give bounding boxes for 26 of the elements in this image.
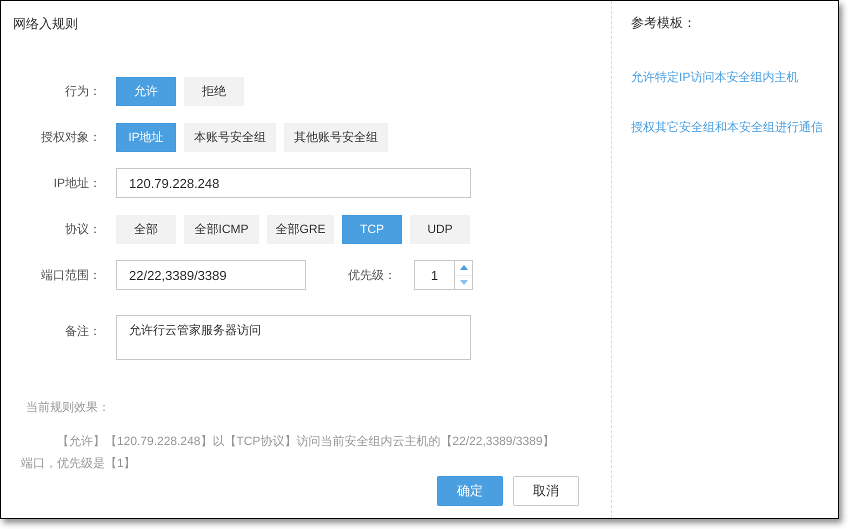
field-label: 行为： [64, 83, 102, 100]
priority-input-field[interactable]: 1 [414, 260, 454, 290]
field-label: IP地址： [52, 175, 102, 192]
option-button[interactable]: 全部 [116, 214, 176, 244]
down-arrow-icon[interactable] [460, 280, 468, 285]
templates-title: 参考模板： [631, 14, 697, 32]
cancel-button[interactable]: 取消 [513, 476, 579, 506]
port-input-field[interactable]: 22/22,3389/3389 [116, 260, 306, 290]
up-arrow-icon[interactable] [460, 265, 468, 270]
summary-heading: 当前规则效果： [26, 399, 111, 416]
spinner-buttons[interactable] [454, 260, 473, 290]
summary-text: 【允许】【120.79.228.248】以【TCP协议】访问当前安全组内云主机的【22/22,3389/3389】端口，优先级是【1】 [21, 433, 556, 472]
option-button[interactable]: 其他账号安全组 [284, 122, 388, 152]
field-label: 协议： [64, 221, 102, 238]
option-button[interactable]: 全部ICMP [184, 214, 259, 244]
option-button[interactable]: UDP [410, 214, 470, 244]
field-label: 端口范围： [40, 267, 102, 284]
remark-text-area[interactable]: 允许行云管家服务器访问 [116, 315, 471, 360]
ip-input-field[interactable]: 120.79.228.248 [116, 168, 471, 198]
field-label: 优先级： [348, 267, 397, 284]
field-label: 授权对象： [40, 129, 102, 146]
option-button[interactable]: 拒绝 [184, 76, 244, 106]
option-button[interactable]: 全部GRE [267, 214, 334, 244]
dialog-title: 网络入规则 [13, 15, 78, 33]
option-button[interactable]: 本账号安全组 [184, 122, 276, 152]
field-label: 备注： [64, 323, 102, 340]
